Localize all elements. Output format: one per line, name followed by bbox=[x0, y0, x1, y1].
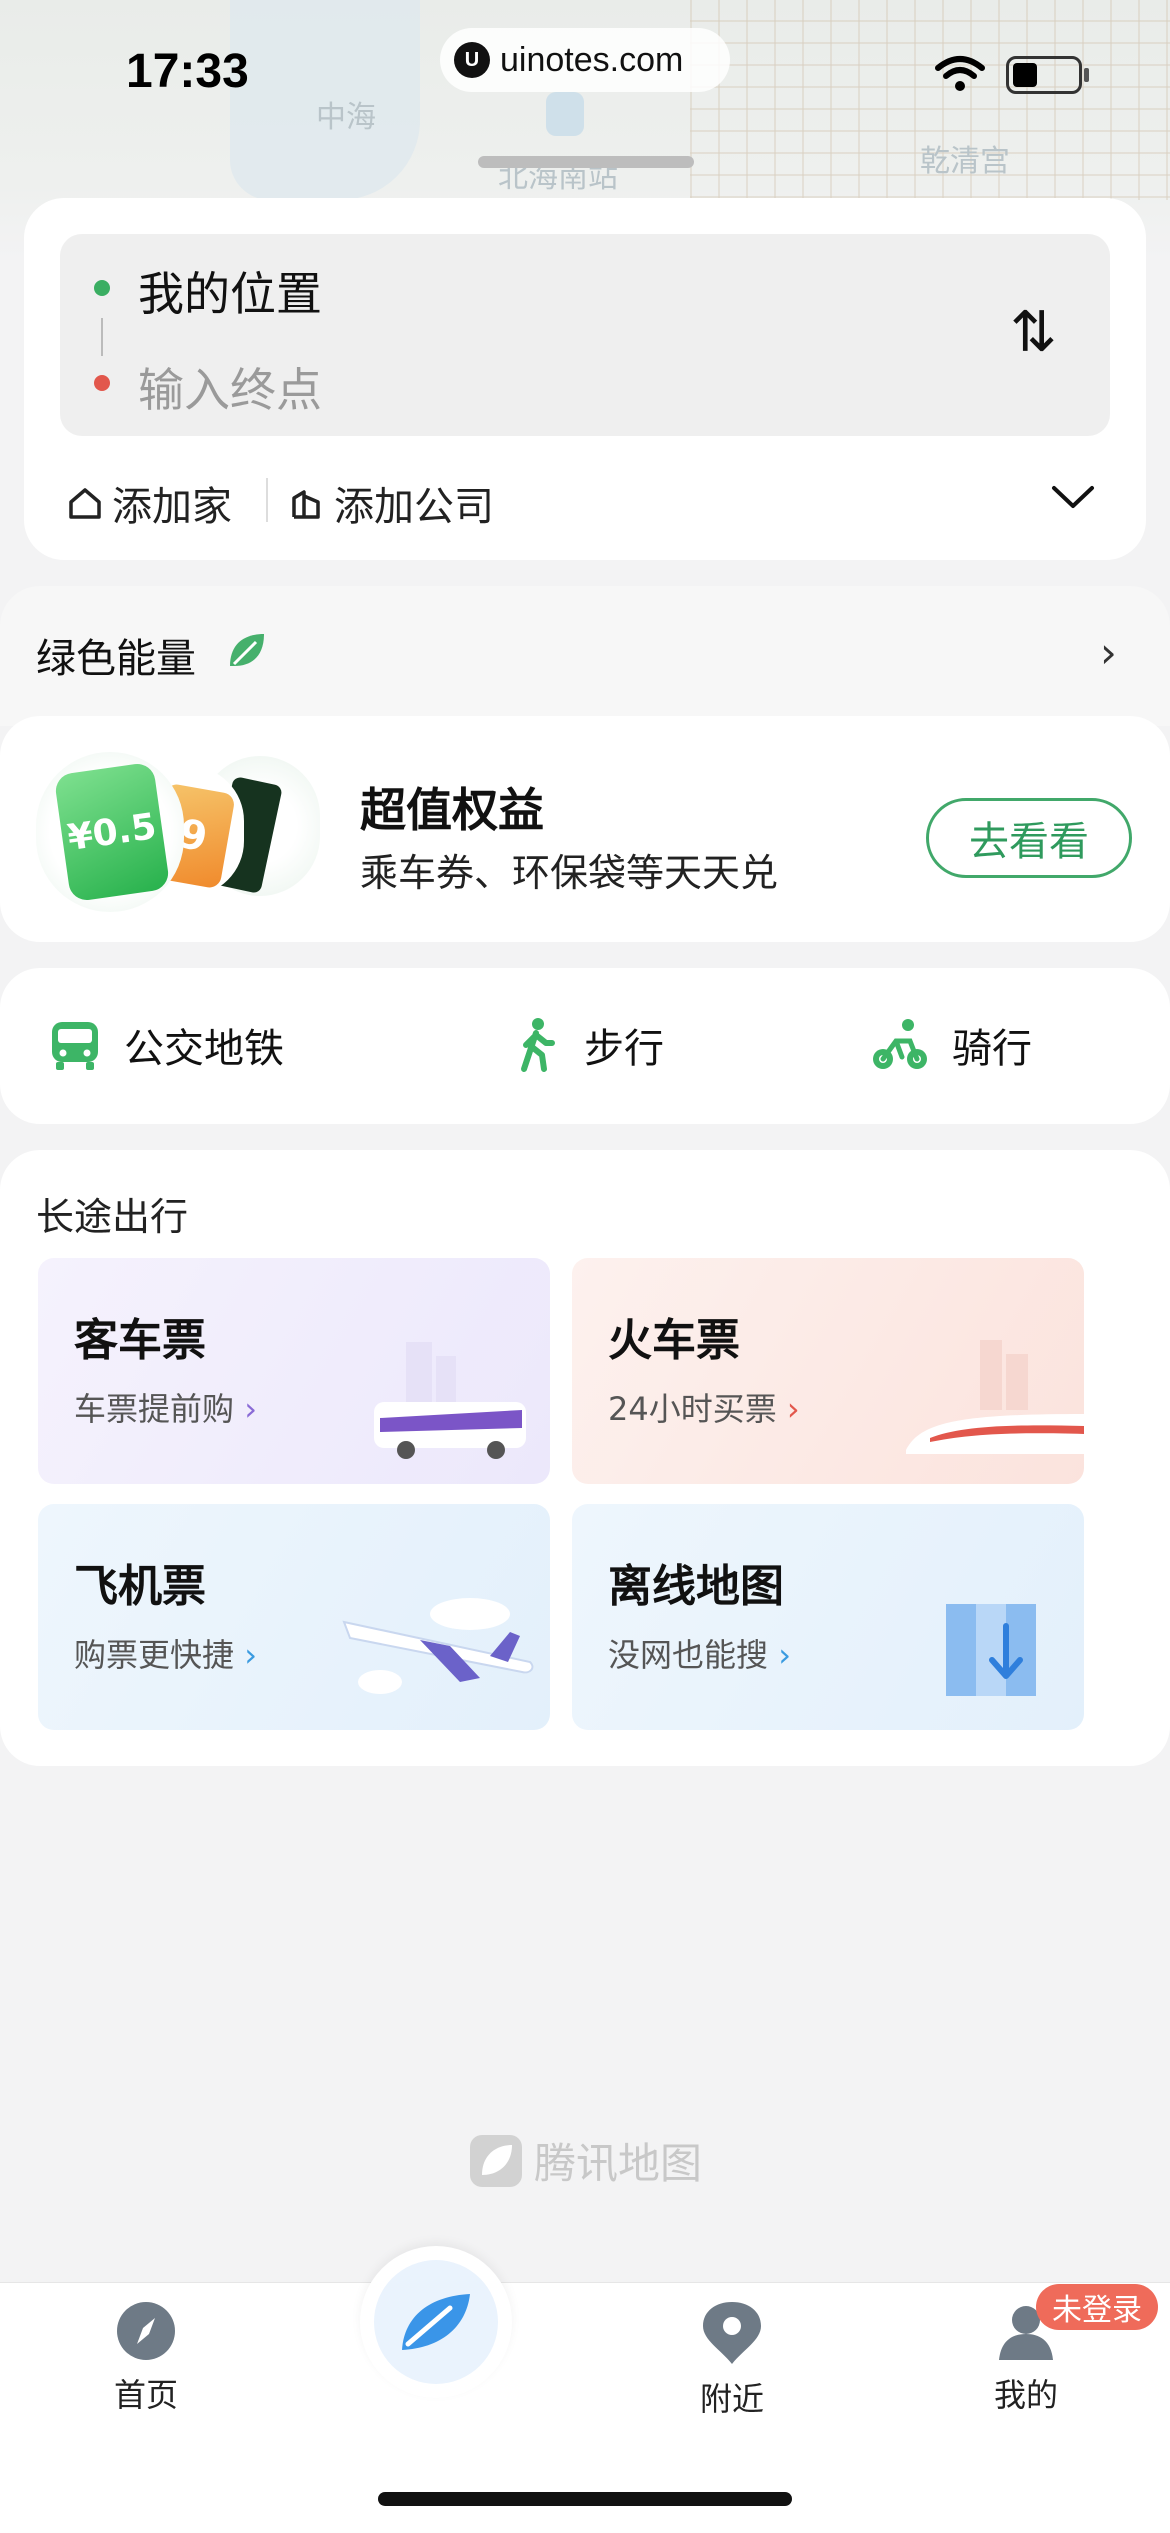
battery-tip bbox=[1084, 68, 1089, 82]
green-energy-chevron-icon: › bbox=[1100, 628, 1117, 677]
login-badge: 未登录 bbox=[1036, 2284, 1158, 2330]
uinotes-logo-icon: U bbox=[454, 42, 490, 78]
mode-bike[interactable]: 骑行 bbox=[870, 1016, 1032, 1074]
offline-map-icon bbox=[946, 1604, 1036, 1696]
watermark-text: 腾讯地图 bbox=[534, 2139, 703, 2188]
destination-dot bbox=[94, 375, 110, 391]
add-home-button[interactable]: 添加家 bbox=[66, 474, 232, 532]
map-label-palace: 乾清宫 bbox=[920, 144, 1010, 179]
tile-offline-title: 离线地图 bbox=[608, 1561, 784, 1612]
tile-train-title: 火车票 bbox=[608, 1315, 740, 1366]
bike-icon bbox=[873, 1019, 927, 1069]
mode-walk[interactable]: 步行 bbox=[512, 1016, 664, 1074]
battery-icon bbox=[1006, 56, 1082, 94]
office-icon bbox=[292, 490, 320, 519]
url-pill: U uinotes.com bbox=[440, 28, 730, 92]
tab-me-label: 我的 bbox=[993, 2376, 1058, 2414]
tile-flight-title: 飞机票 bbox=[74, 1561, 206, 1612]
green-energy-title: 绿色能量 bbox=[36, 636, 196, 682]
promo-button[interactable]: 去看看 bbox=[926, 798, 1132, 878]
tab-home-label: 首页 bbox=[113, 2376, 178, 2414]
coupon-green: ¥0.5 bbox=[53, 761, 171, 903]
tile-train-arrow-icon: › bbox=[786, 1390, 800, 1428]
home-icon bbox=[69, 488, 101, 519]
leaf-icon bbox=[230, 634, 264, 666]
map-handle bbox=[478, 156, 694, 168]
tile-offline-subtitle: 没网也能搜 › bbox=[608, 1636, 791, 1674]
airplane-icon bbox=[342, 1598, 534, 1694]
walk-icon bbox=[521, 1018, 555, 1072]
tab-home[interactable]: 首页 bbox=[76, 2300, 216, 2416]
swap-icon[interactable]: ⇅ bbox=[1010, 300, 1057, 365]
status-time: 17:33 bbox=[126, 45, 249, 98]
add-office-label: 添加公司 bbox=[334, 484, 494, 530]
map-label-zhonghai: 中海 bbox=[316, 100, 376, 135]
quick-divider bbox=[266, 478, 268, 522]
long-trip-title: 长途出行 bbox=[36, 1195, 189, 1239]
bus-icon bbox=[52, 1022, 98, 1070]
map-station-icon bbox=[546, 92, 584, 136]
tile-flight-arrow-icon: › bbox=[244, 1636, 257, 1674]
tile-train-subtitle: 24小时买票 › bbox=[608, 1390, 800, 1428]
train-icon bbox=[906, 1340, 1084, 1454]
mode-bus-label: 公交地铁 bbox=[124, 1026, 284, 1072]
destination-input[interactable]: 输入终点 bbox=[138, 354, 322, 420]
tab-nearby-label: 附近 bbox=[699, 2380, 764, 2418]
mode-bike-label: 骑行 bbox=[952, 1026, 1032, 1072]
mode-walk-label: 步行 bbox=[584, 1026, 664, 1072]
chevron-down-icon[interactable] bbox=[1050, 482, 1096, 512]
wifi-icon bbox=[935, 56, 985, 91]
tab-nearby[interactable]: 附近 bbox=[662, 2300, 802, 2420]
watermark: 腾讯地图 bbox=[468, 2130, 702, 2191]
tile-coach-subtitle: 车票提前购 › bbox=[74, 1390, 257, 1428]
compass-icon bbox=[117, 2302, 175, 2360]
leaf-logo-icon bbox=[402, 2294, 470, 2350]
tab-center[interactable] bbox=[374, 2260, 498, 2384]
route-connector bbox=[101, 318, 103, 356]
add-home-label: 添加家 bbox=[112, 484, 232, 530]
add-office-button[interactable]: 添加公司 bbox=[288, 474, 494, 532]
coach-bus-icon bbox=[374, 1342, 526, 1459]
url-text: uinotes.com bbox=[500, 40, 684, 79]
tile-coach-arrow-icon: › bbox=[244, 1390, 257, 1428]
origin-field[interactable]: 我的位置 bbox=[138, 258, 322, 324]
tile-flight-subtitle: 购票更快捷 › bbox=[74, 1636, 257, 1674]
origin-dot bbox=[94, 280, 110, 296]
home-indicator bbox=[378, 2492, 792, 2506]
mode-bus[interactable]: 公交地铁 bbox=[48, 1016, 284, 1074]
promo-title: 超值权益 bbox=[360, 783, 544, 837]
promo-subtitle: 乘车券、环保袋等天天兑 bbox=[360, 851, 779, 895]
tile-coach-title: 客车票 bbox=[74, 1315, 206, 1366]
tencent-map-logo-icon bbox=[470, 2134, 522, 2187]
tile-offline-arrow-icon: › bbox=[778, 1636, 791, 1674]
location-pin-icon bbox=[703, 2302, 761, 2364]
